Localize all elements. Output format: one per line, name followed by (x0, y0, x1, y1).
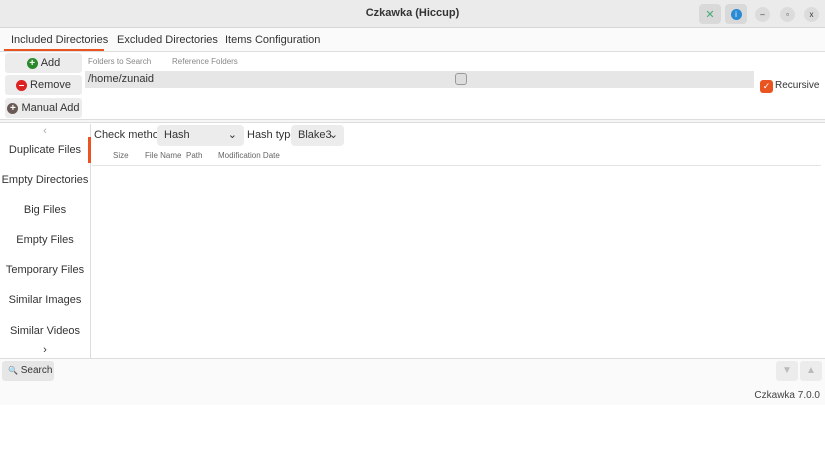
search-icon: 🔍 (8, 366, 18, 375)
column-header-path[interactable]: Path (186, 151, 202, 160)
tab-excluded-directories[interactable]: Excluded Directories (117, 34, 218, 46)
directory-row[interactable]: /home/zunaid (85, 71, 754, 88)
recursive-label: Recursive (775, 80, 820, 91)
hash-type-label: Hash type (247, 129, 297, 141)
column-header-modification-date[interactable]: Modification Date (218, 151, 280, 160)
manual-add-label: Manual Add (21, 102, 80, 114)
download-icon: ▼ (782, 365, 792, 376)
remove-label: Remove (30, 79, 71, 91)
folders-to-search-header: Folders to Search (88, 57, 152, 66)
check-method-value: Hash (164, 129, 190, 141)
minimize-button[interactable]: – (755, 7, 770, 22)
info-icon: i (730, 8, 742, 20)
load-button[interactable]: ▲ (800, 361, 822, 381)
settings-tools-button[interactable]: ✕ (699, 4, 721, 24)
remove-button[interactable]: – Remove (5, 75, 82, 95)
active-tab-indicator (4, 49, 104, 51)
search-label: Search (20, 365, 53, 376)
directory-path: /home/zunaid (88, 73, 155, 85)
tab-included-directories[interactable]: Included Directories (11, 34, 108, 46)
plus-icon: + (26, 57, 38, 69)
active-sidebar-indicator (88, 137, 91, 163)
chevron-down-icon: ⌄ (227, 129, 237, 141)
recursive-checkbox[interactable]: ✓ (760, 80, 773, 93)
manual-add-button[interactable]: + Manual Add (5, 98, 82, 118)
maximize-button[interactable]: ▫ (780, 7, 795, 22)
sidebar-item-similar-images[interactable]: Similar Images (0, 294, 90, 306)
chevron-down-icon: ⌄ (328, 129, 338, 141)
column-header-file-name[interactable]: File Name (145, 151, 181, 160)
add-button[interactable]: + Add (5, 53, 82, 73)
tools-icon: ✕ (705, 8, 715, 21)
pane-separator[interactable] (0, 119, 825, 123)
scroll-left-arrow[interactable]: ‹ (0, 125, 90, 137)
add-label: Add (40, 57, 61, 69)
sidebar-item-empty-directories[interactable]: Empty Directories (0, 174, 90, 186)
sidebar-item-temporary-files[interactable]: Temporary Files (0, 264, 90, 276)
search-button[interactable]: 🔍 Search (2, 361, 54, 381)
plus-icon: + (7, 102, 19, 114)
save-button[interactable]: ▼ (776, 361, 798, 381)
sidebar-item-similar-videos[interactable]: Similar Videos (0, 325, 90, 337)
header-divider (92, 165, 821, 166)
hash-type-value: Blake3 (298, 129, 332, 141)
scroll-right-arrow[interactable]: › (0, 344, 90, 356)
check-method-dropdown[interactable]: Hash ⌄ (157, 125, 244, 146)
sidebar-item-big-files[interactable]: Big Files (0, 204, 90, 216)
minus-icon: – (16, 79, 28, 91)
version-label: Czkawka 7.0.0 (754, 390, 820, 401)
hash-type-dropdown[interactable]: Blake3 ⌄ (291, 125, 344, 146)
sidebar-item-duplicate-files[interactable]: Duplicate Files (0, 144, 90, 156)
upload-icon: ▲ (806, 365, 816, 376)
check-method-label: Check method (94, 129, 165, 141)
reference-folders-header: Reference Folders (172, 57, 238, 66)
reference-folder-checkbox[interactable] (455, 73, 467, 85)
bottom-bar (0, 358, 825, 405)
column-header-size[interactable]: Size (113, 151, 129, 160)
close-button[interactable]: x (804, 7, 819, 22)
tab-items-configuration[interactable]: Items Configuration (225, 34, 320, 46)
sidebar-item-empty-files[interactable]: Empty Files (0, 234, 90, 246)
about-button[interactable]: i (725, 4, 747, 24)
